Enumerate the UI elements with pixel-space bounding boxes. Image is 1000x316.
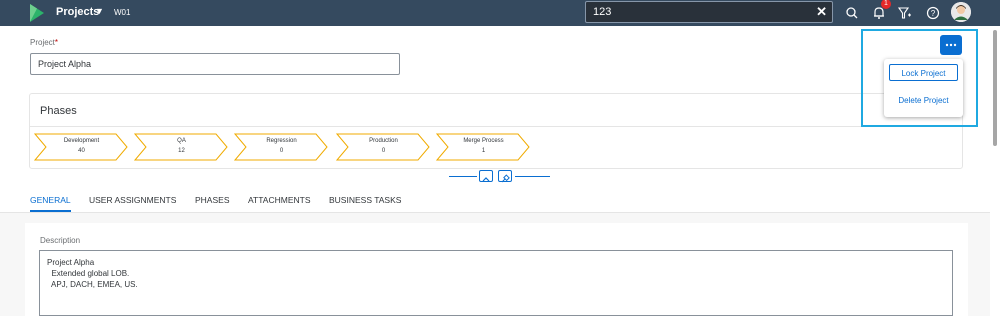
phase-step-name: Production (369, 138, 398, 144)
sap-logo-icon[interactable] (30, 4, 44, 22)
pin-header-button[interactable] (498, 170, 512, 183)
phase-step-count: 0 (279, 148, 284, 154)
filter-icon[interactable] (897, 5, 913, 21)
phase-step-count: 1 (481, 148, 486, 154)
tab-user-assignments[interactable]: USER ASSIGNMENTS (89, 195, 176, 205)
clear-icon[interactable]: ✕ (816, 4, 827, 20)
search-input[interactable]: 123 (593, 6, 611, 18)
app-subtitle: W01 (114, 8, 131, 17)
app-menu-caret-icon[interactable]: ▼ (95, 6, 104, 16)
phase-step-name: QA (177, 138, 186, 144)
scrollbar-thumb[interactable] (993, 30, 997, 146)
search-field[interactable]: 123 ✕ (585, 1, 833, 23)
project-name-value[interactable]: Project Alpha (38, 59, 91, 69)
divider (0, 212, 990, 213)
description-line: Extended global LOB. (47, 269, 130, 278)
avatar[interactable] (951, 2, 971, 22)
description-textarea[interactable] (39, 250, 953, 316)
divider (30, 126, 962, 127)
phase-step-name: Regression (266, 138, 297, 144)
phase-step-count: 40 (78, 148, 85, 154)
focus-highlight (861, 29, 978, 127)
phase-step-count: 0 (381, 148, 386, 154)
app-title[interactable]: Projects (56, 6, 99, 18)
tab-general[interactable]: GENERAL (30, 195, 71, 205)
phases-title: Phases (40, 105, 77, 117)
collapse-divider (515, 176, 550, 177)
collapse-divider (449, 176, 477, 177)
phase-step-count: 12 (178, 148, 185, 154)
phase-step-name: Development (63, 138, 100, 144)
search-icon[interactable] (844, 5, 860, 21)
description-label: Description (40, 236, 81, 245)
shell-bar: Projects ▼ W01 123 ✕ 1 ? (0, 0, 1000, 26)
notification-badge: 1 (881, 0, 891, 9)
phase-step-name: Merge Process (463, 138, 504, 144)
svg-text:?: ? (931, 9, 936, 18)
tab-attachments[interactable]: ATTACHMENTS (248, 195, 311, 205)
collapse-header-button[interactable] (479, 170, 493, 182)
help-icon[interactable]: ? (925, 5, 941, 21)
tab-business-tasks[interactable]: BUSINESS TASKS (329, 195, 401, 205)
collapse-icon (482, 177, 490, 182)
description-line: Project Alpha (47, 258, 95, 267)
project-name-input[interactable]: Project Alpha (30, 53, 400, 75)
pin-icon (501, 174, 510, 183)
description-line: APJ, DACH, EMEA, US. (47, 280, 138, 289)
project-label: Project* (30, 38, 59, 47)
tab-phases[interactable]: PHASES (195, 195, 230, 205)
